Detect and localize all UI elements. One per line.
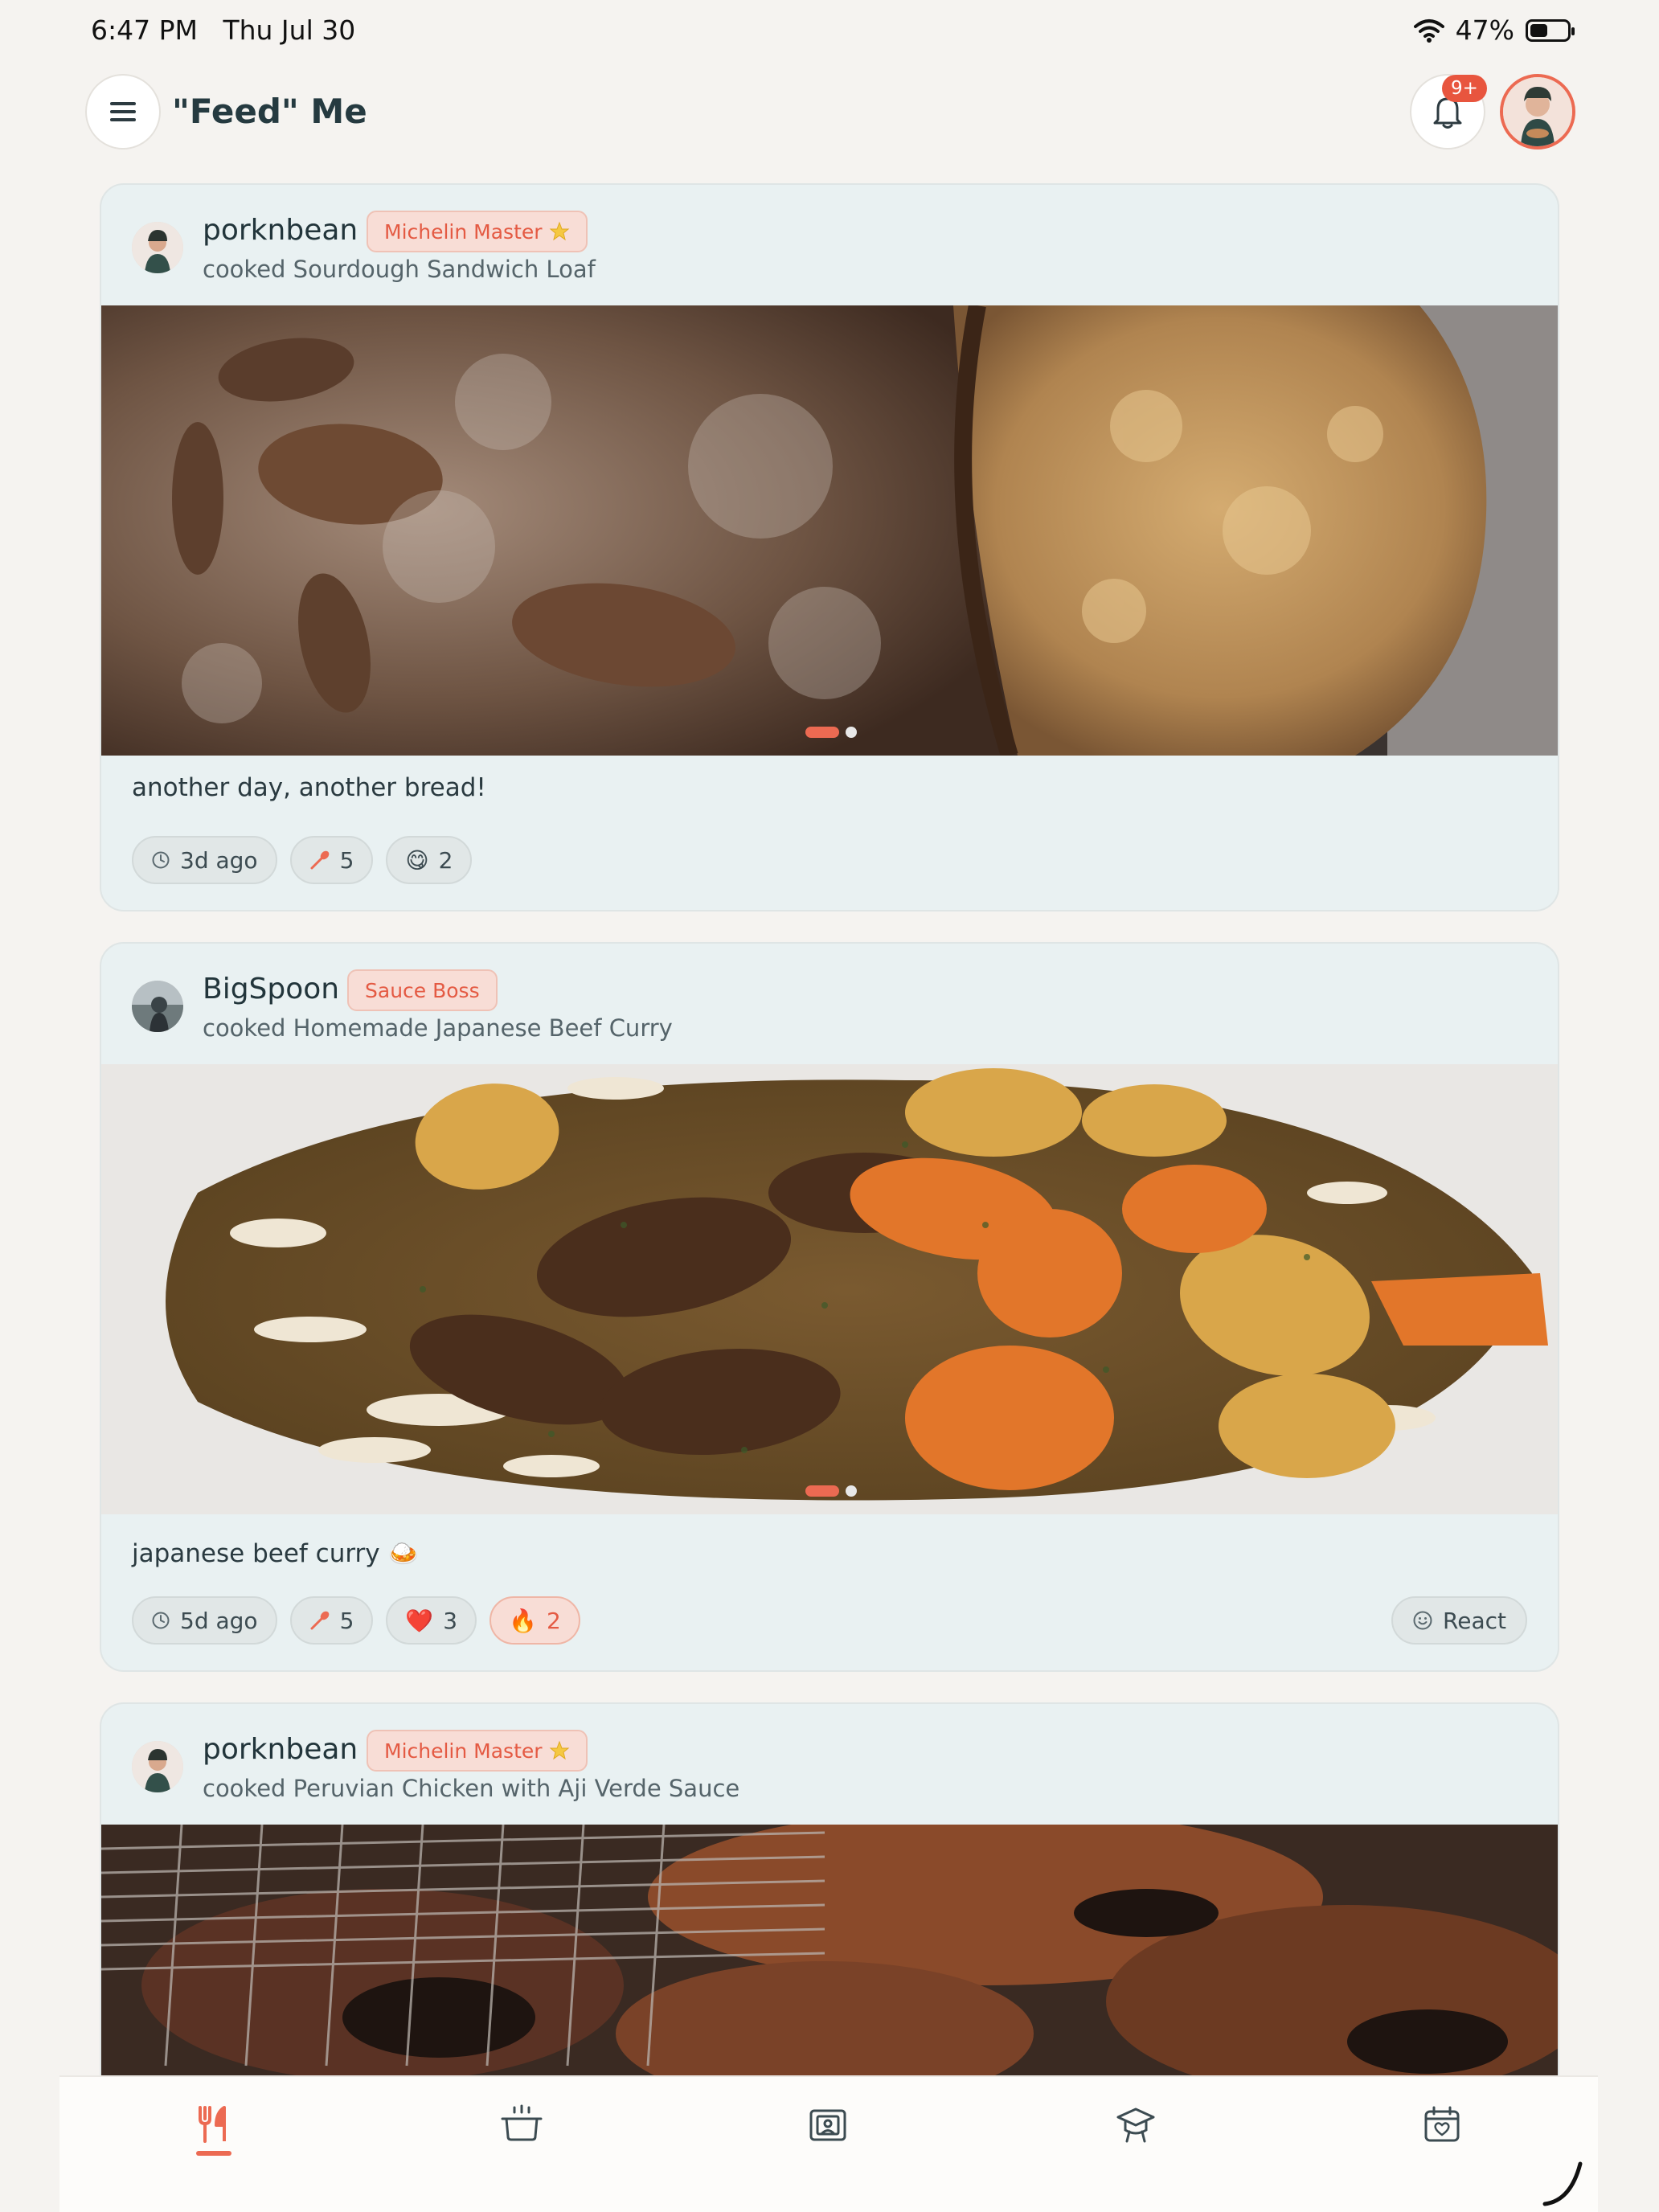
post-caption: another day, another bread! bbox=[132, 773, 486, 802]
post-username[interactable]: porknbean bbox=[203, 214, 358, 247]
profile-button[interactable] bbox=[1500, 74, 1575, 150]
star-icon bbox=[549, 1740, 569, 1760]
notification-count-badge: 9+ bbox=[1442, 75, 1487, 102]
post-header: BigSpoon Sauce Boss cooked Homemade Japa… bbox=[101, 944, 1558, 1064]
cooks-count: 5 bbox=[339, 1607, 354, 1634]
avatar-image bbox=[132, 222, 183, 273]
tab-cook[interactable] bbox=[473, 2104, 570, 2185]
battery-percent: 47% bbox=[1455, 14, 1514, 46]
yum-emoji-icon: 😋 bbox=[405, 846, 429, 874]
cooks-count: 5 bbox=[339, 846, 354, 874]
rank-label: Michelin Master bbox=[384, 219, 543, 244]
post-stats: 5d ago 5 ❤️ 3 🔥 2 bbox=[132, 1596, 580, 1645]
feed-post-card[interactable]: porknbean Michelin Master cooked Peruvia… bbox=[100, 1702, 1559, 2104]
smiley-icon bbox=[1413, 1611, 1432, 1630]
post-action-text: cooked Homemade Japanese Beef Curry bbox=[203, 1014, 673, 1042]
hamburger-menu-icon bbox=[110, 102, 136, 121]
post-caption: japanese beef curry 🍛 bbox=[132, 1539, 420, 1568]
rank-label: Michelin Master bbox=[384, 1739, 543, 1763]
calendar-heart-icon bbox=[1424, 2106, 1460, 2142]
cooks-chip[interactable]: 5 bbox=[289, 1596, 374, 1645]
chef-hat-icon bbox=[1116, 2108, 1155, 2143]
status-time: 6:47 PM Thu Jul 30 bbox=[91, 14, 356, 46]
grilled-chicken-photo bbox=[101, 1825, 1558, 2103]
recipe-book-icon bbox=[809, 2109, 846, 2141]
carousel-dot[interactable] bbox=[846, 727, 857, 738]
carousel-dot[interactable] bbox=[846, 1485, 857, 1497]
star-icon bbox=[549, 221, 569, 241]
bottom-tab-bar bbox=[59, 2075, 1598, 2212]
reaction-chip[interactable]: ❤️ 3 bbox=[386, 1596, 477, 1645]
fork-knife-icon bbox=[199, 2106, 226, 2143]
post-action-text: cooked Sourdough Sandwich Loaf bbox=[203, 256, 596, 283]
app-header: "Feed" Me 9+ bbox=[0, 61, 1659, 166]
cooking-pot-icon bbox=[501, 2104, 543, 2141]
time-ago: 5d ago bbox=[180, 1607, 258, 1634]
tab-planner[interactable] bbox=[1394, 2104, 1490, 2185]
app-title: "Feed" Me bbox=[172, 92, 367, 131]
battery-level bbox=[1530, 23, 1547, 37]
rank-label: Sauce Boss bbox=[365, 978, 480, 1002]
time-chip: 3d ago bbox=[132, 836, 277, 884]
reaction-chip[interactable]: 😋 2 bbox=[386, 836, 473, 884]
active-tab-indicator bbox=[196, 2151, 231, 2156]
status-bar: 6:47 PM Thu Jul 30 47% bbox=[0, 0, 1659, 61]
beef-curry-photo bbox=[101, 1064, 1558, 1514]
post-username[interactable]: BigSpoon bbox=[203, 973, 339, 1006]
tab-learn[interactable] bbox=[1088, 2104, 1184, 2185]
avatar-image bbox=[132, 1741, 183, 1792]
profile-avatar bbox=[1503, 77, 1572, 146]
post-stats: 3d ago 5 😋 2 bbox=[132, 836, 473, 884]
wifi-icon bbox=[1413, 18, 1444, 43]
post-action-text: cooked Peruvian Chicken with Aji Verde S… bbox=[203, 1775, 740, 1802]
clock-icon bbox=[152, 851, 170, 869]
scroll-indicator bbox=[1542, 2161, 1583, 2206]
feed-post-card[interactable]: porknbean Michelin Master cooked Sourdou… bbox=[100, 183, 1559, 911]
post-photo-carousel[interactable] bbox=[101, 1064, 1558, 1514]
user-avatar[interactable] bbox=[132, 1741, 183, 1792]
user-avatar[interactable] bbox=[132, 981, 183, 1032]
tab-feed[interactable] bbox=[166, 2104, 262, 2185]
spoon-icon bbox=[310, 1611, 329, 1630]
user-avatar[interactable] bbox=[132, 222, 183, 273]
rank-badge: Michelin Master bbox=[367, 211, 588, 252]
spoon-icon bbox=[310, 850, 329, 870]
tab-recipes[interactable] bbox=[780, 2104, 876, 2185]
post-username[interactable]: porknbean bbox=[203, 1733, 358, 1766]
reaction-count: 3 bbox=[443, 1607, 458, 1634]
heart-emoji-icon: ❤️ bbox=[405, 1607, 434, 1634]
react-label: React bbox=[1443, 1607, 1506, 1634]
avatar-image bbox=[132, 981, 183, 1032]
post-photo-carousel[interactable] bbox=[101, 305, 1558, 756]
sourdough-bread-photo bbox=[101, 305, 1558, 756]
reaction-chip-selected[interactable]: 🔥 2 bbox=[490, 1596, 580, 1645]
carousel-dots[interactable] bbox=[805, 1485, 857, 1497]
status-indicators: 47% bbox=[1413, 14, 1575, 46]
time-ago: 3d ago bbox=[180, 846, 258, 874]
reaction-count: 2 bbox=[438, 846, 453, 874]
rank-badge: Sauce Boss bbox=[347, 969, 498, 1011]
time-chip: 5d ago bbox=[132, 1596, 277, 1645]
reaction-count: 2 bbox=[546, 1607, 561, 1634]
rank-badge: Michelin Master bbox=[367, 1730, 588, 1772]
feed-post-card[interactable]: BigSpoon Sauce Boss cooked Homemade Japa… bbox=[100, 942, 1559, 1672]
post-header: porknbean Michelin Master cooked Sourdou… bbox=[101, 185, 1558, 305]
carousel-dot-active[interactable] bbox=[805, 1485, 839, 1497]
post-header: porknbean Michelin Master cooked Peruvia… bbox=[101, 1704, 1558, 1825]
carousel-dot-active[interactable] bbox=[805, 727, 839, 738]
fire-emoji-icon: 🔥 bbox=[509, 1607, 537, 1634]
react-button[interactable]: React bbox=[1391, 1596, 1527, 1645]
clock-icon bbox=[152, 1612, 170, 1629]
post-photo-carousel[interactable] bbox=[101, 1825, 1558, 2103]
menu-button[interactable] bbox=[85, 74, 161, 150]
carousel-dots[interactable] bbox=[805, 727, 857, 738]
battery-icon bbox=[1526, 18, 1575, 42]
cooks-chip[interactable]: 5 bbox=[289, 836, 374, 884]
